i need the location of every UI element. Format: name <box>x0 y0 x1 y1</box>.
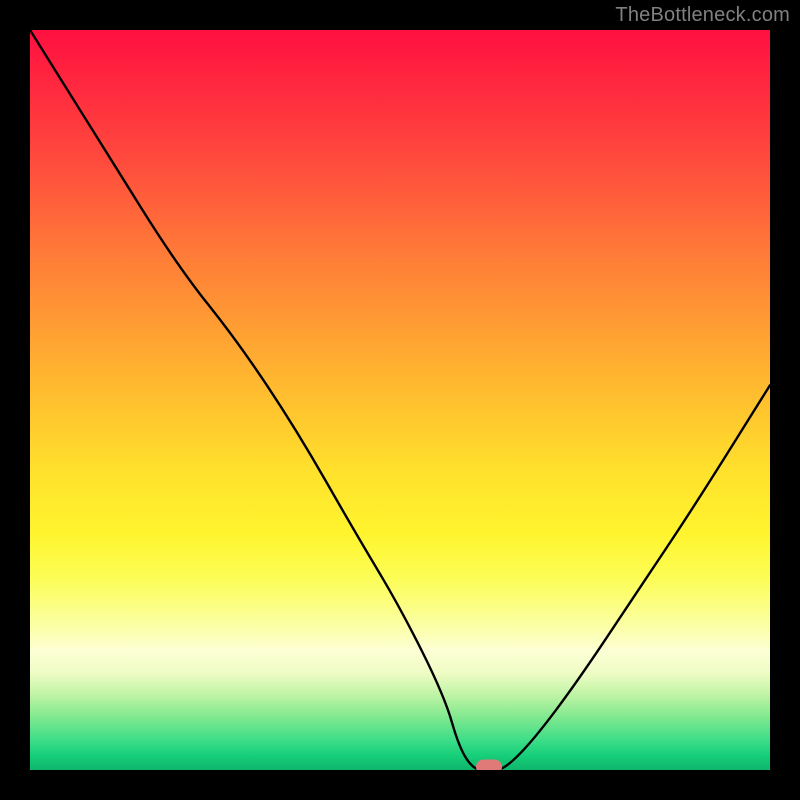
optimum-marker <box>476 760 502 771</box>
watermark-text: TheBottleneck.com <box>615 4 790 27</box>
plot-area <box>30 30 770 770</box>
chart-stage: TheBottleneck.com <box>0 0 800 800</box>
bottleneck-curve <box>30 30 770 770</box>
